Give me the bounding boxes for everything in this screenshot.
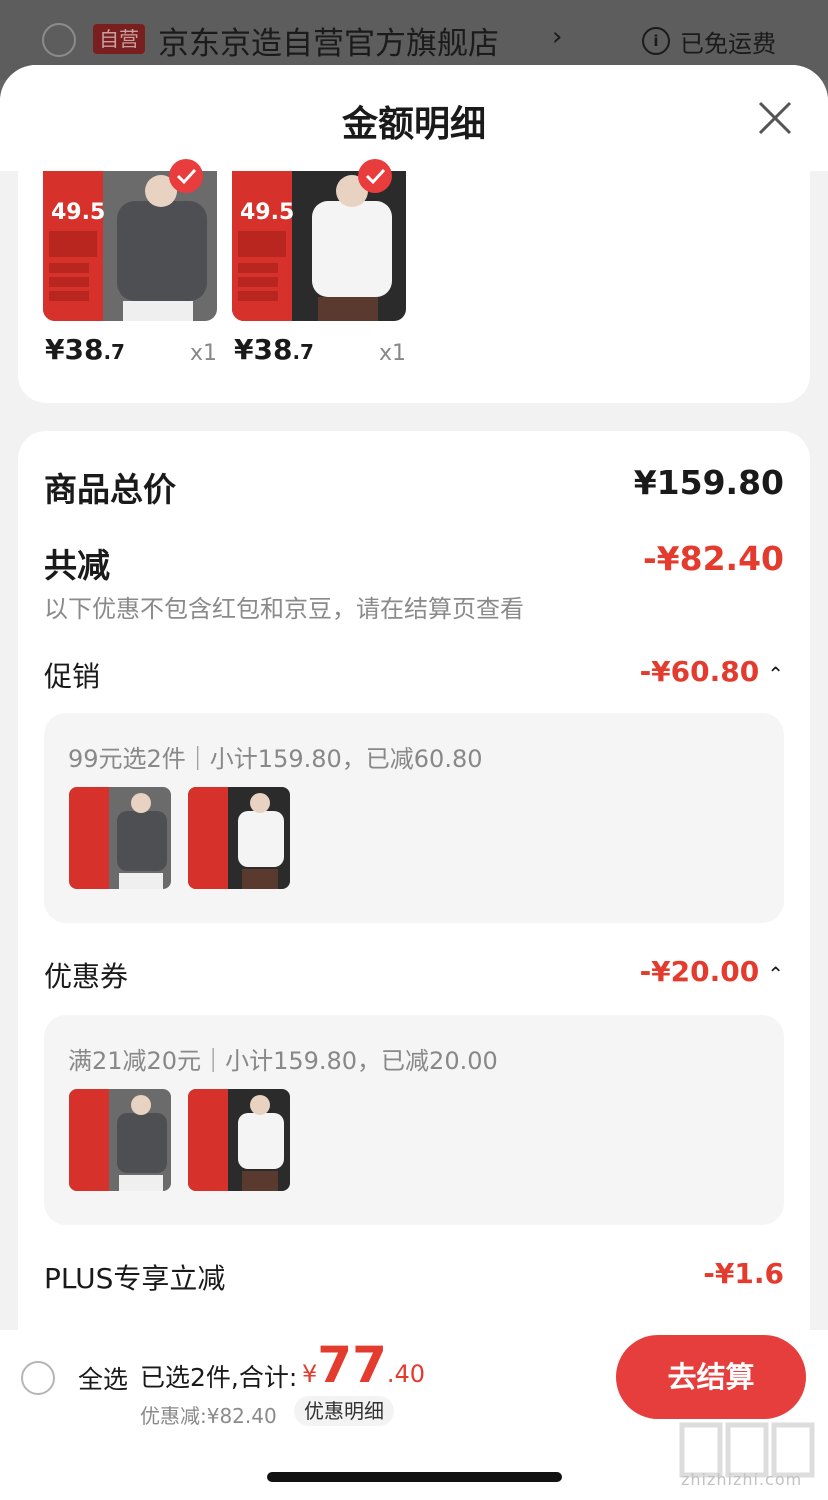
products-card: 49.5 ¥38.7 x1 49.5 ¥38.7 x1 [18,159,810,403]
select-all-label[interactable]: 全选 [78,1360,128,1396]
selected-count: 已选2件,合计: [140,1363,298,1392]
checkout-bar: 全选 已选2件,合计: ¥77.40 优惠减:¥82.40 优惠明细 去结算 z… [0,1330,828,1500]
product-image: 49.5 [43,171,217,321]
product-quantity: x1 [189,341,217,366]
self-operated-badge: 自营 [93,24,145,54]
product-thumbnail [188,787,290,889]
home-indicator [267,1472,562,1482]
store-name-link[interactable]: 京东京造自营官方旗舰店 [158,18,499,63]
product-price: ¥38.7 [234,333,314,366]
total-label: 商品总价 [44,470,176,509]
promotion-value: -¥60.80 [639,655,760,688]
coupon-detail-box: 满21减20元｜小计159.80，已减20.00 [44,1015,784,1225]
amount-detail-sheet: 金额明细 49.5 ¥38.7 x1 49.5 ¥38.7 x1 商品总价 ¥1… [0,65,828,1330]
promotion-toggle[interactable]: -¥60.80 ⌃ [640,655,784,688]
coupon-toggle[interactable]: -¥20.00 ⌃ [640,955,784,988]
select-all-radio[interactable] [21,1361,55,1395]
promotion-desc: 99元选2件｜小计159.80，已减60.80 [68,745,483,773]
checked-icon[interactable] [169,159,203,193]
product-price: ¥38.7 [45,333,125,366]
discount-detail-button[interactable]: 优惠明细 [294,1396,394,1426]
discount-amount: 优惠减:¥82.40 [140,1404,277,1428]
plus-label: PLUS专享立减 [44,1262,226,1295]
chevron-up-icon: ⌃ [767,662,784,686]
sheet-header: 金额明细 [0,65,828,171]
product-thumbnail [69,1089,171,1191]
svg-text:49.5: 49.5 [240,200,294,225]
total-value: ¥159.80 [633,463,784,502]
reduce-value: -¥82.40 [642,539,784,578]
reduce-note: 以下优惠不包含红包和京豆，请在结算页查看 [44,595,524,623]
svg-text:49.5: 49.5 [51,200,105,225]
shipping-note: 已免运费 [680,30,776,58]
checked-icon[interactable] [358,159,392,193]
product-quantity: x1 [378,341,406,366]
price-detail-card: 商品总价 ¥159.80 共减 -¥82.40 以下优惠不包含红包和京豆，请在结… [18,431,810,1330]
watermark-text: zhizhizhi.com [681,1470,803,1489]
product-thumbnail [69,787,171,889]
close-icon [758,101,792,135]
promotion-label: 促销 [44,660,101,693]
info-icon[interactable]: i [642,27,670,55]
checkout-button[interactable]: 去结算 [616,1335,806,1419]
reduce-label: 共减 [44,546,110,585]
coupon-label: 优惠券 [44,960,129,993]
promotion-detail-box: 99元选2件｜小计159.80，已减60.80 [44,713,784,923]
chevron-right-icon: › [552,22,563,52]
plus-value: -¥1.6 [703,1257,784,1290]
product-thumbnail [188,1089,290,1191]
coupon-desc: 满21减20元｜小计159.80，已减20.00 [68,1047,498,1075]
chevron-up-icon: ⌃ [767,962,784,986]
total-price: ¥77.40 [302,1336,426,1394]
product-image: 49.5 [232,171,406,321]
store-select-radio[interactable] [42,23,76,57]
close-button[interactable] [752,95,798,141]
sheet-title: 金额明细 [341,104,486,145]
coupon-value: -¥20.00 [639,955,760,988]
